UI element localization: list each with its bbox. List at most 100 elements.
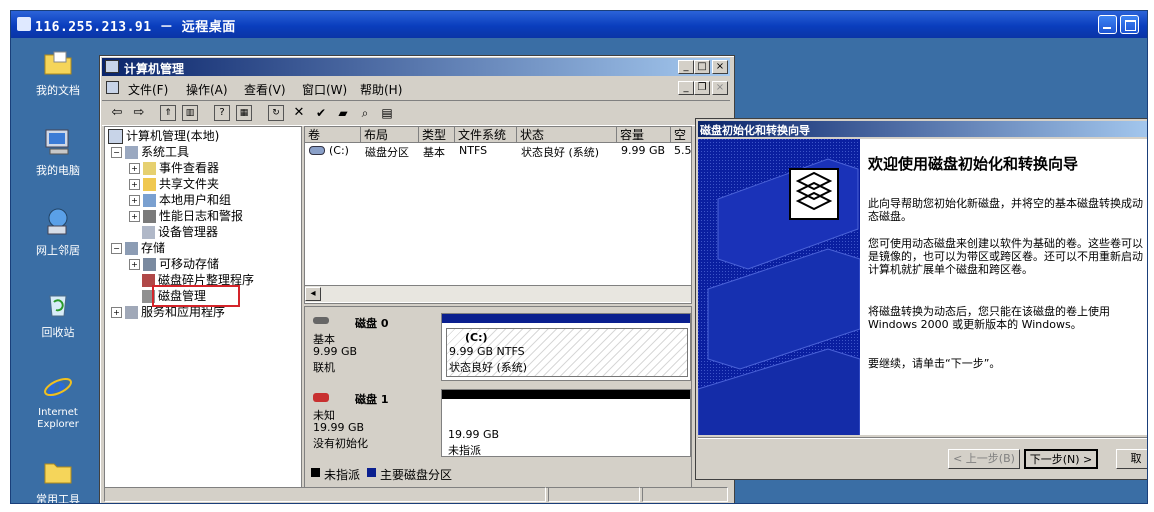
remote-desktop-icon bbox=[17, 17, 31, 31]
forward-arrow-icon[interactable]: ⇨ bbox=[130, 104, 148, 122]
up-folder-icon[interactable]: ⇑ bbox=[160, 105, 176, 121]
desktop-icon-tools[interactable]: 常用工具 bbox=[18, 455, 98, 504]
shared-folder-icon bbox=[143, 178, 156, 191]
volume-icon bbox=[309, 146, 325, 155]
disk-0-volume[interactable]: (C:) 9.99 GB NTFS 状态良好 (系统) bbox=[441, 313, 691, 381]
tree-event-viewer[interactable]: + 事件查看器 bbox=[129, 160, 219, 176]
wizard-content: 欢迎使用磁盘初始化和转换向导 此向导帮助您初始化新磁盘，并将空的基本磁盘转换成动… bbox=[860, 139, 1147, 435]
desktop-icon-label: 我的电脑 bbox=[36, 164, 80, 177]
network-icon bbox=[42, 206, 74, 238]
col-type[interactable]: 类型 bbox=[419, 127, 455, 143]
table-row[interactable]: (C:) 磁盘分区 基本 NTFS 状态良好 (系统) 9.99 GB 5.5 bbox=[305, 144, 691, 159]
recycle-bin-icon bbox=[42, 288, 74, 320]
check-icon[interactable]: ✔ bbox=[312, 104, 330, 122]
show-tree-icon[interactable]: ▥ bbox=[182, 105, 198, 121]
menu-window[interactable]: 窗口(W) bbox=[302, 81, 347, 98]
back-arrow-icon[interactable]: ⇦ bbox=[108, 104, 126, 122]
tree-local-users[interactable]: + 本地用户和组 bbox=[129, 192, 231, 208]
wizard-titlebar[interactable]: 磁盘初始化和转换向导 bbox=[698, 121, 1147, 137]
desktop-icon-recycle[interactable]: 回收站 bbox=[18, 288, 98, 340]
disk-error-icon bbox=[313, 393, 329, 402]
wizard-warning-text: 将磁盘转换为动态后，您只能在该磁盘的卷上使用 Windows 2000 或更新版… bbox=[868, 305, 1110, 331]
desktop-icon-label: 我的文档 bbox=[36, 84, 80, 97]
services-icon bbox=[125, 306, 138, 319]
cm-minimize-button[interactable]: _ bbox=[678, 60, 694, 74]
minimize-button[interactable] bbox=[1098, 15, 1117, 34]
desktop-icon-network[interactable]: 网上邻居 bbox=[18, 206, 98, 258]
desktop-icon-ie[interactable]: e Internet Explorer bbox=[18, 371, 98, 431]
folder-icon bbox=[42, 46, 74, 78]
expand-icon[interactable]: + bbox=[129, 195, 140, 206]
cm-title: 计算机管理 bbox=[124, 62, 185, 76]
next-button[interactable]: 下一步(N) > bbox=[1024, 449, 1098, 469]
tree-perf-logs[interactable]: + 性能日志和警报 bbox=[129, 208, 243, 224]
open-folder-icon[interactable]: ▰ bbox=[334, 104, 352, 122]
cancel-button[interactable]: 取 bbox=[1116, 449, 1147, 469]
cm-titlebar[interactable]: 计算机管理 _ □ × bbox=[102, 58, 730, 76]
scroll-left-icon[interactable]: ◂ bbox=[305, 287, 321, 301]
desktop-icon-computer[interactable]: 我的电脑 bbox=[18, 126, 98, 178]
maximize-button[interactable] bbox=[1120, 15, 1139, 34]
remote-desktop-title: 116.255.213.91 － 远程桌面 bbox=[35, 20, 236, 35]
tree-system-tools[interactable]: − 系统工具 bbox=[111, 144, 189, 160]
horizontal-scrollbar[interactable]: ◂ bbox=[305, 285, 691, 302]
col-filesystem[interactable]: 文件系统 bbox=[455, 127, 517, 143]
disk-graphical-pane: 磁盘 0 基本 9.99 GB 联机 (C:) 9.99 GB NTFS 状态良… bbox=[304, 306, 692, 488]
col-layout[interactable]: 布局 bbox=[361, 127, 419, 143]
wizard-banner bbox=[698, 139, 860, 435]
wizard-heading: 欢迎使用磁盘初始化和转换向导 bbox=[868, 155, 1079, 173]
event-viewer-icon bbox=[143, 162, 156, 175]
col-capacity[interactable]: 容量 bbox=[617, 127, 671, 143]
disk-1-label[interactable]: 磁盘 1 未知 19.99 GB 没有初始化 bbox=[309, 389, 437, 461]
help-icon[interactable]: ? bbox=[214, 105, 230, 121]
computer-management-window: 计算机管理 _ □ × 文件(F) 操作(A) 查看(V) 窗口(W) 帮助(H… bbox=[99, 55, 735, 503]
collapse-icon[interactable]: − bbox=[111, 147, 122, 158]
menu-help[interactable]: 帮助(H) bbox=[360, 81, 402, 98]
col-status[interactable]: 状态 bbox=[517, 127, 617, 143]
disk-icon bbox=[313, 317, 329, 324]
desktop-icon-label: 网上邻居 bbox=[36, 244, 80, 257]
child-close-button[interactable]: × bbox=[712, 81, 728, 95]
expand-icon[interactable]: + bbox=[129, 211, 140, 222]
disk-icon[interactable]: ▤ bbox=[378, 104, 396, 122]
status-bar bbox=[102, 486, 730, 502]
expand-icon[interactable]: + bbox=[129, 179, 140, 190]
delete-icon[interactable]: ✕ bbox=[290, 104, 308, 122]
properties-icon[interactable]: ▦ bbox=[236, 105, 252, 121]
legend-swatch-unallocated bbox=[311, 468, 320, 477]
child-restore-button[interactable]: ❐ bbox=[694, 81, 710, 95]
child-minimize-button[interactable]: _ bbox=[678, 81, 694, 95]
col-free[interactable]: 空 bbox=[671, 127, 691, 143]
wizard-continue-text: 要继续，请单击“下一步”。 bbox=[868, 357, 1001, 370]
menu-view[interactable]: 查看(V) bbox=[244, 81, 286, 98]
back-button[interactable]: < 上一步(B) bbox=[948, 449, 1020, 469]
cm-maximize-button[interactable]: □ bbox=[694, 60, 710, 74]
menu-file[interactable]: 文件(F) bbox=[128, 81, 168, 98]
disk-0-label[interactable]: 磁盘 0 基本 9.99 GB 联机 bbox=[309, 313, 437, 385]
remote-desktop-titlebar[interactable]: 116.255.213.91 － 远程桌面 bbox=[11, 11, 1147, 38]
tree-storage[interactable]: − 存储 bbox=[111, 240, 165, 256]
expand-icon[interactable]: + bbox=[111, 307, 122, 318]
svg-text:e: e bbox=[47, 371, 66, 403]
col-volume[interactable]: 卷 bbox=[305, 127, 361, 143]
tree-shared-folders[interactable]: + 共享文件夹 bbox=[129, 176, 219, 192]
search-icon[interactable]: ⌕ bbox=[356, 104, 374, 122]
tree-removable[interactable]: + 可移动存储 bbox=[129, 256, 219, 272]
expand-icon[interactable]: + bbox=[129, 163, 140, 174]
desktop-icon-label: 常用工具 bbox=[36, 493, 80, 504]
desktop-icon-documents[interactable]: 我的文档 bbox=[18, 46, 98, 98]
highlight-box bbox=[152, 285, 240, 307]
wizard-disk-stack-graphic bbox=[698, 139, 860, 435]
cm-toolbar: ⇦ ⇨ ⇑ ▥ ? ▦ ↻ ✕ ✔ ▰ ⌕ ▤ bbox=[102, 100, 730, 126]
device-manager-icon bbox=[142, 226, 155, 239]
refresh-icon[interactable]: ↻ bbox=[268, 105, 284, 121]
cm-close-button[interactable]: × bbox=[712, 60, 728, 74]
expand-icon[interactable]: + bbox=[129, 259, 140, 270]
tree-root[interactable]: 计算机管理(本地) bbox=[108, 128, 219, 144]
tree-device-manager[interactable]: 设备管理器 bbox=[142, 224, 218, 240]
wizard-intro-text: 此向导帮助您初始化新磁盘，并将空的基本磁盘转换成动态磁盘。 bbox=[868, 197, 1143, 223]
menu-action[interactable]: 操作(A) bbox=[186, 81, 228, 98]
disk-1-volume[interactable]: 19.99 GB 未指派 bbox=[441, 389, 691, 457]
computer-icon bbox=[106, 81, 119, 94]
collapse-icon[interactable]: − bbox=[111, 243, 122, 254]
